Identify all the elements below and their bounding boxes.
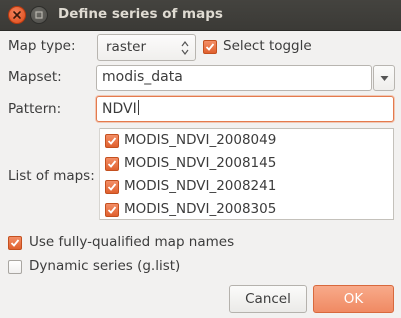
maps-list[interactable]: MODIS_NDVI_2008049 MODIS_NDVI_2008145 MO…: [100, 128, 394, 220]
map-type-label: Map type:: [8, 38, 76, 54]
map-item-name: MODIS_NDVI_2008241: [124, 178, 277, 194]
chevron-down-icon: [380, 76, 389, 81]
fully-qualified-label[interactable]: Use fully-qualified map names: [29, 234, 234, 250]
map-item-checkbox[interactable]: [105, 134, 119, 148]
mapset-label: Mapset:: [8, 69, 62, 85]
map-type-spinbox[interactable]: raster: [97, 34, 196, 61]
select-toggle-label[interactable]: Select toggle: [223, 38, 312, 54]
ok-button[interactable]: OK: [313, 285, 394, 313]
map-item-checkbox[interactable]: [105, 203, 119, 217]
maximize-button[interactable]: [30, 6, 48, 24]
map-type-value: raster: [106, 39, 147, 55]
list-item[interactable]: MODIS_NDVI_2008049: [100, 129, 400, 153]
window-title: Define series of maps: [58, 6, 223, 22]
map-item-name: MODIS_NDVI_2008145: [124, 155, 277, 171]
map-item-checkbox[interactable]: [105, 180, 119, 194]
map-item-name: MODIS_NDVI_2008049: [124, 132, 277, 148]
checkmark-icon: [10, 239, 20, 247]
mapset-input[interactable]: modis_data: [96, 65, 372, 91]
pattern-value: NDVI: [102, 101, 137, 117]
close-icon: [13, 11, 21, 19]
pattern-input[interactable]: NDVI: [96, 96, 394, 122]
mapset-value: modis_data: [102, 69, 183, 85]
checkmark-icon: [107, 137, 117, 145]
list-of-maps-label: List of maps:: [8, 168, 95, 184]
cancel-button[interactable]: Cancel: [229, 285, 307, 313]
mapset-dropdown-button[interactable]: [373, 65, 395, 91]
map-item-name: MODIS_NDVI_2008305: [124, 201, 277, 217]
dynamic-series-label[interactable]: Dynamic series (g.list): [29, 258, 180, 274]
spin-arrows-icon[interactable]: [181, 39, 189, 57]
checkmark-icon: [205, 43, 215, 51]
text-cursor: [137, 100, 139, 115]
list-item[interactable]: MODIS_NDVI_2008145: [100, 152, 400, 176]
checkmark-icon: [107, 206, 117, 214]
checkmark-icon: [107, 183, 117, 191]
map-item-checkbox[interactable]: [105, 157, 119, 171]
list-item[interactable]: MODIS_NDVI_2008241: [100, 175, 400, 199]
list-item[interactable]: MODIS_NDVI_2008305: [100, 198, 400, 222]
close-button[interactable]: [8, 6, 26, 24]
maximize-icon: [35, 11, 43, 19]
pattern-label: Pattern:: [8, 101, 62, 117]
dynamic-series-checkbox[interactable]: [8, 260, 22, 274]
fully-qualified-checkbox[interactable]: [8, 236, 22, 250]
dialog-window: Define series of maps Map type: raster S…: [0, 0, 401, 318]
title-bar[interactable]: Define series of maps: [0, 0, 401, 31]
select-toggle-checkbox[interactable]: [203, 40, 217, 54]
checkmark-icon: [107, 160, 117, 168]
